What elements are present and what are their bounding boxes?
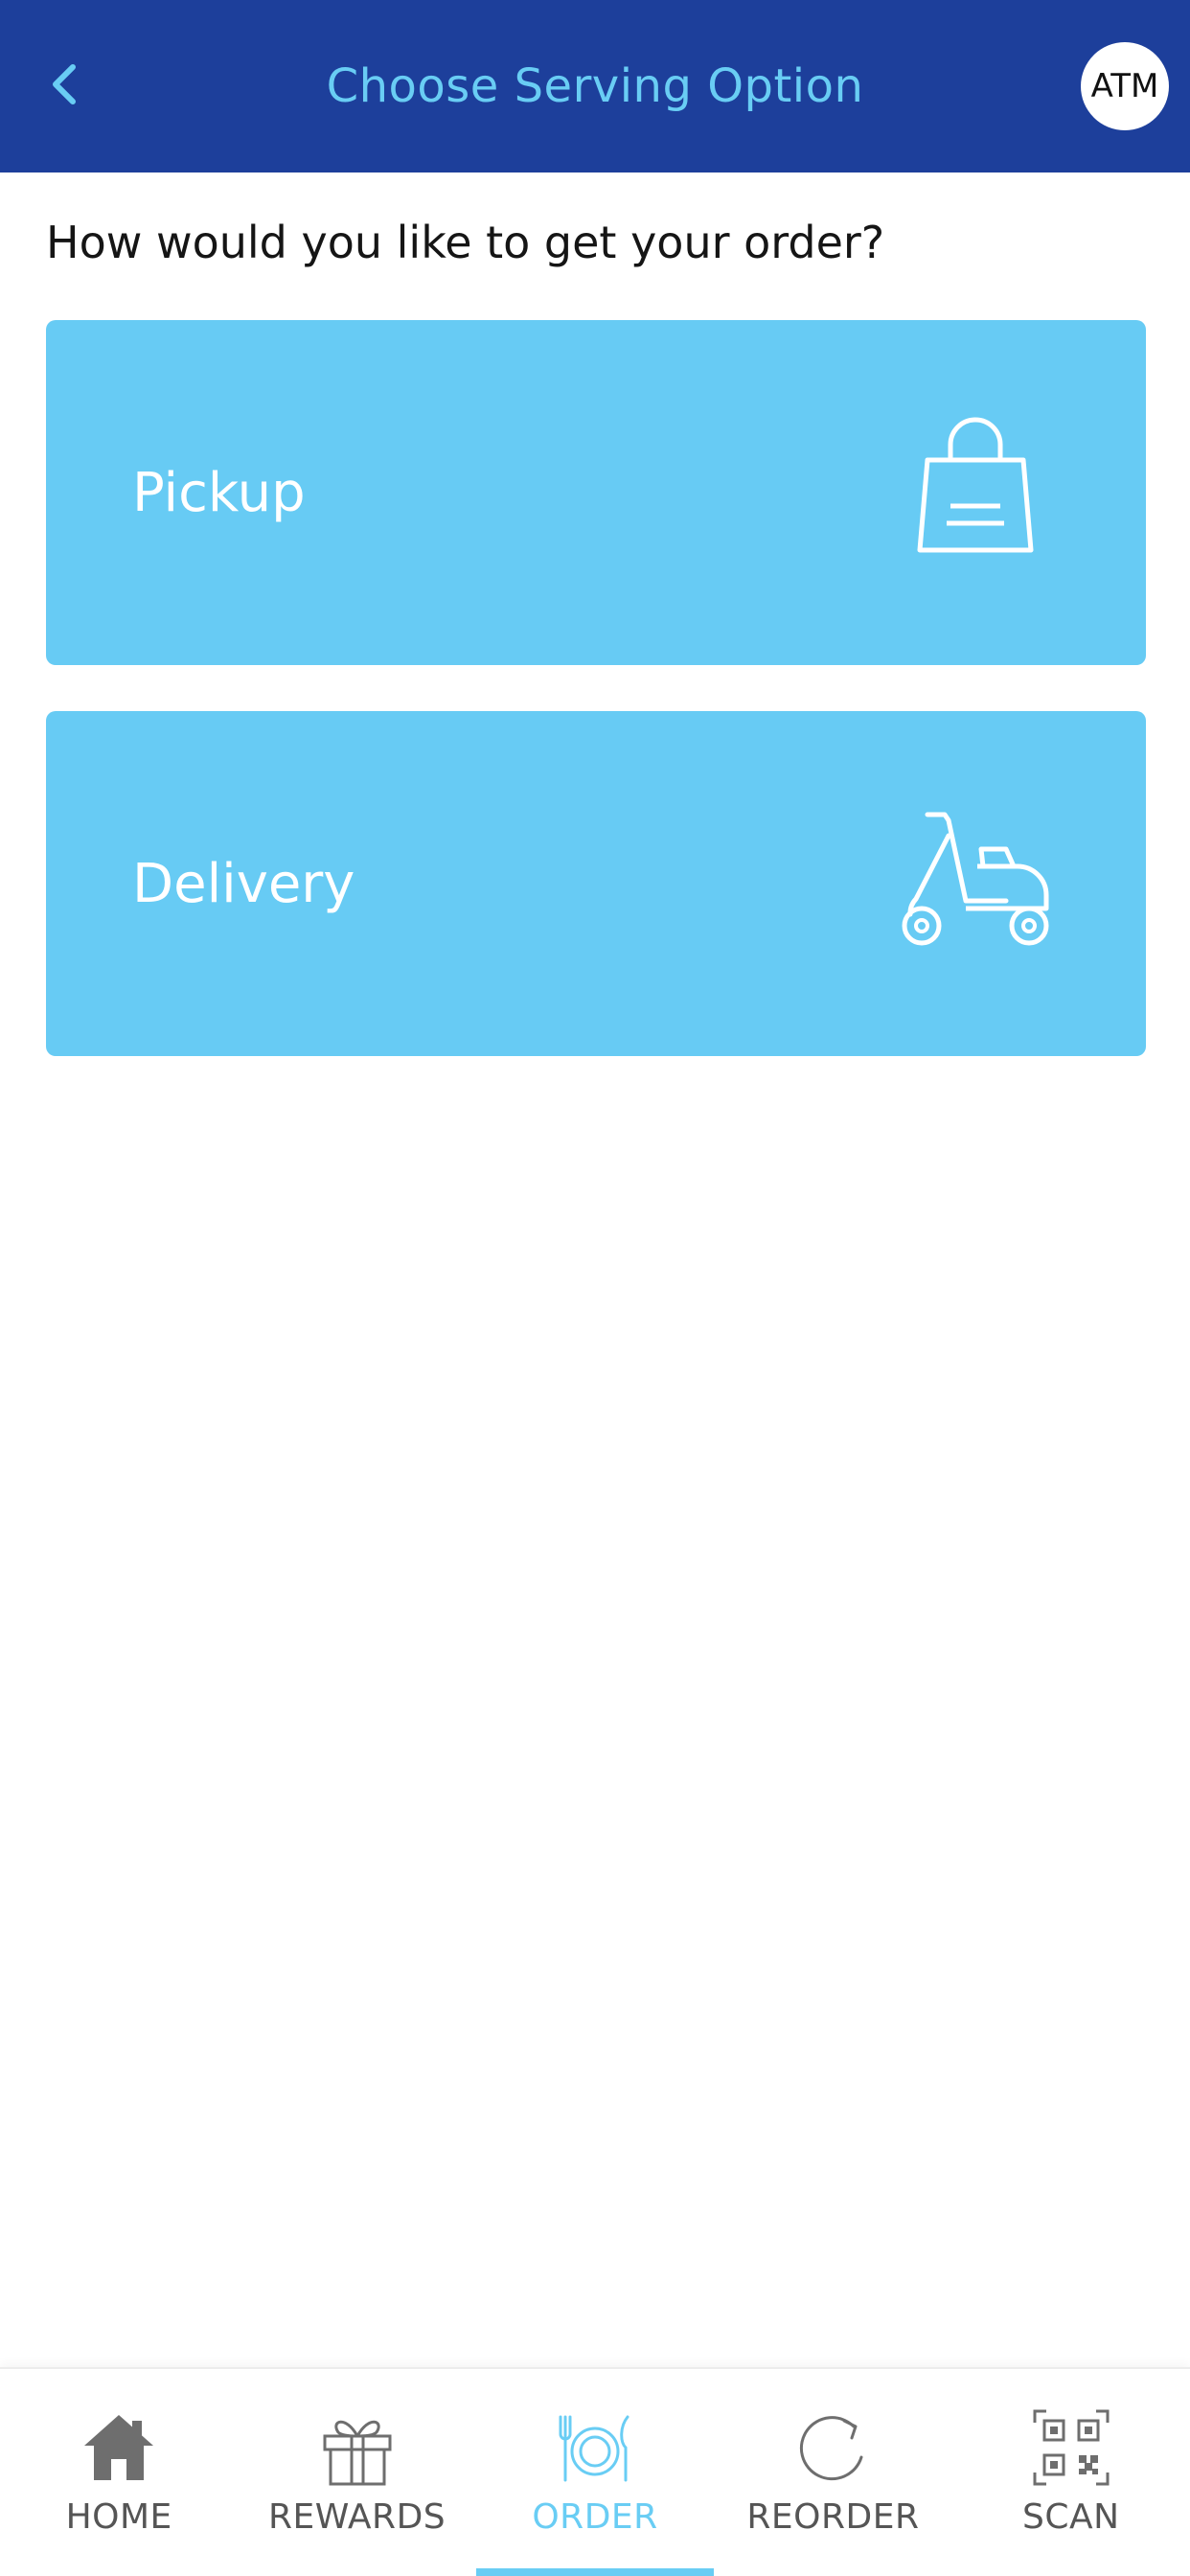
top-app-bar: Choose Serving Option ATM — [0, 0, 1190, 172]
serving-question: How would you like to get your order? — [46, 217, 885, 268]
avatar[interactable]: ATM — [1081, 42, 1169, 130]
nav-label-home: HOME — [65, 2497, 172, 2537]
shopping-bag-icon — [917, 417, 1034, 553]
nav-label-reorder: REORDER — [746, 2497, 920, 2537]
back-button[interactable] — [34, 54, 96, 115]
home-icon — [84, 2415, 154, 2480]
active-tab-indicator — [475, 2568, 715, 2576]
nav-label-scan: SCAN — [1022, 2497, 1120, 2537]
plate-cutlery-icon — [559, 2415, 629, 2482]
nav-item-reorder[interactable]: REORDER — [714, 2369, 951, 2576]
qr-code-icon — [1033, 2409, 1110, 2486]
nav-item-scan[interactable]: SCAN — [952, 2369, 1190, 2576]
refresh-icon — [800, 2416, 863, 2481]
nav-label-order: ORDER — [532, 2497, 658, 2537]
delivery-option-label: Delivery — [132, 852, 355, 915]
pickup-option-label: Pickup — [132, 461, 306, 524]
bottom-navigation: HOME REWARDS ORDER REORDER SCAN — [0, 2367, 1190, 2576]
nav-item-order[interactable]: ORDER — [475, 2369, 715, 2576]
pickup-option-card[interactable]: Pickup — [46, 320, 1146, 665]
nav-item-rewards[interactable]: REWARDS — [238, 2369, 475, 2576]
chevron-left-icon — [53, 64, 76, 104]
scooter-icon — [902, 812, 1049, 946]
page-title: Choose Serving Option — [326, 59, 864, 113]
delivery-option-card[interactable]: Delivery — [46, 711, 1146, 1056]
nav-label-rewards: REWARDS — [268, 2497, 446, 2537]
gift-icon — [323, 2420, 392, 2486]
nav-item-home[interactable]: HOME — [0, 2369, 238, 2576]
